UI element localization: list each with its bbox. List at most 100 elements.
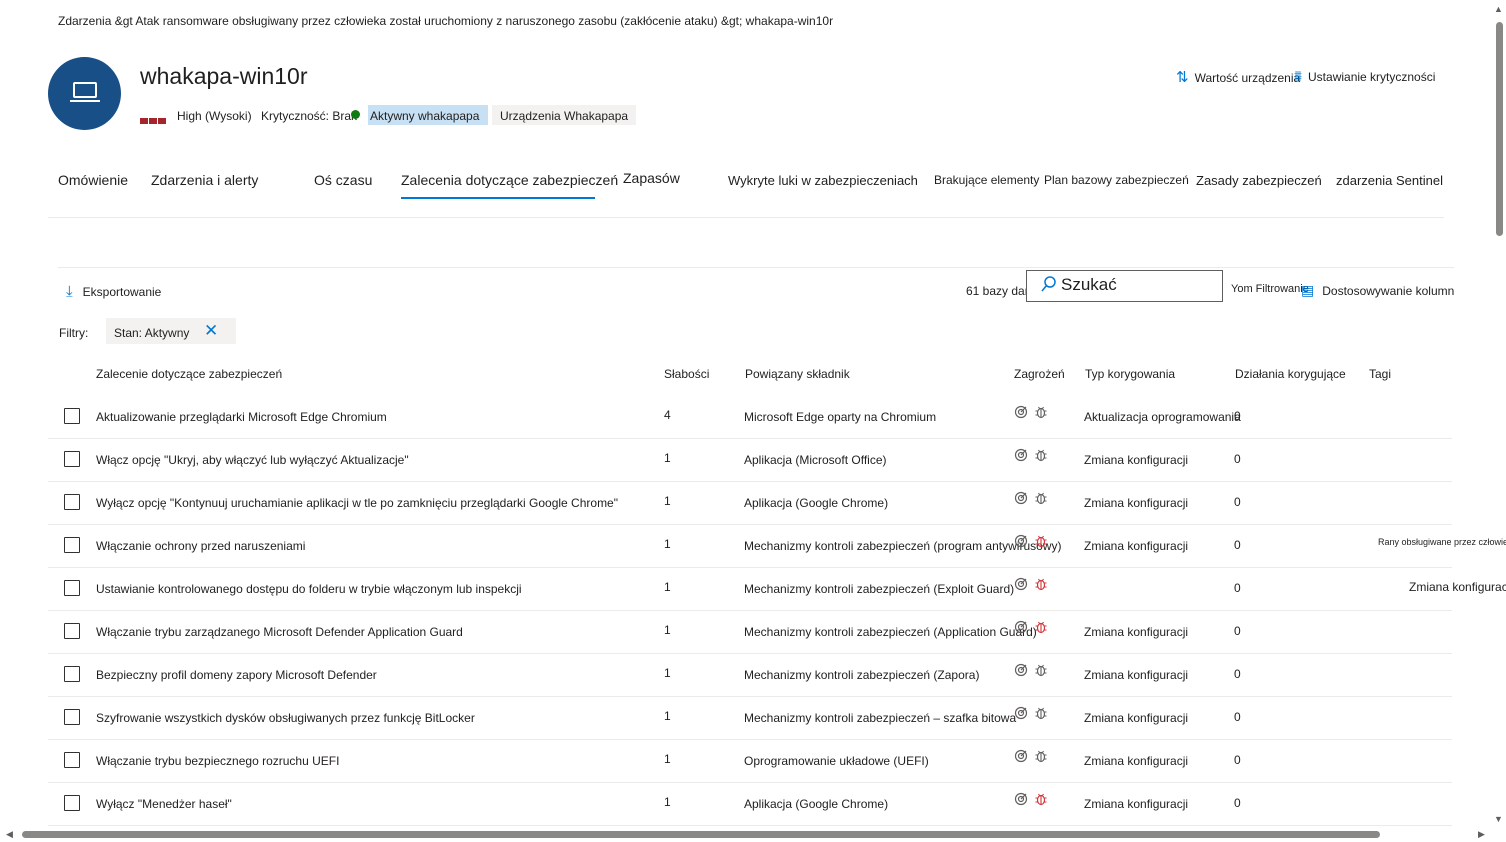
column-header-recommendation[interactable]: Zalecenie dotyczące zabezpieczeń xyxy=(96,367,282,381)
column-header-remediation-actions[interactable]: Działania korygujące xyxy=(1235,367,1346,381)
table-row[interactable]: Włącz opcję "Ukryj, aby włączyć lub wyłą… xyxy=(48,438,1452,482)
row-weaknesses: 1 xyxy=(664,795,671,809)
row-remediation-type: Zmiana konfiguracji xyxy=(1084,625,1189,639)
column-header-threats[interactable]: Zagrożeń xyxy=(1014,367,1065,381)
table-row[interactable]: Aktualizowanie przeglądarki Microsoft Ed… xyxy=(48,395,1452,439)
row-recommendation[interactable]: Szyfrowanie wszystkich dysków obsługiwan… xyxy=(96,711,475,725)
close-icon[interactable]: ✕ xyxy=(204,321,218,341)
tab-security-baselines[interactable]: Plan bazowy zabezpieczeń xyxy=(1044,173,1189,187)
tab-security-policies[interactable]: Zasady zabezpieczeń xyxy=(1196,173,1322,188)
row-weaknesses: 1 xyxy=(664,451,671,465)
tag-devices[interactable]: Urządzenia Whakapapa xyxy=(492,105,637,125)
tab-discovered-vulnerabilities[interactable]: Wykryte luki w zabezpieczeniach xyxy=(728,173,918,188)
row-checkbox[interactable] xyxy=(64,580,80,596)
column-header-weaknesses[interactable]: Słabości xyxy=(664,367,709,381)
row-threat-icons xyxy=(1014,620,1048,637)
tab-overview[interactable]: Omówienie xyxy=(58,172,128,188)
row-threat-icons xyxy=(1014,663,1048,680)
row-recommendation[interactable]: Wyłącz opcję "Kontynuuj uruchamianie apl… xyxy=(96,496,618,510)
row-weaknesses: 1 xyxy=(664,494,671,508)
search-box[interactable] xyxy=(1026,270,1223,302)
row-checkbox[interactable] xyxy=(64,623,80,639)
tab-missing-kbs[interactable]: Brakujące elementy xyxy=(934,173,1039,187)
criticality-icon: ⩩ xyxy=(1294,68,1303,85)
tab-inventory[interactable]: Zapasów xyxy=(623,170,680,186)
tab-security-recommendations[interactable]: Zalecenia dotyczące zabezpieczeń xyxy=(401,172,618,188)
horizontal-scrollbar[interactable] xyxy=(22,831,1380,838)
column-header-component[interactable]: Powiązany składnik xyxy=(745,367,850,381)
table-row[interactable]: Wyłącz opcję "Kontynuuj uruchamianie apl… xyxy=(48,481,1452,525)
bug-icon xyxy=(1035,578,1047,591)
row-remediation-type: Zmiana konfiguracji xyxy=(1084,539,1189,553)
row-remediation-actions: 0 xyxy=(1234,624,1241,638)
target-icon xyxy=(1014,620,1028,634)
tab-sentinel-events[interactable]: zdarzenia Sentinel xyxy=(1336,173,1443,188)
row-checkbox[interactable] xyxy=(64,537,80,553)
target-icon xyxy=(1014,577,1028,591)
row-recommendation[interactable]: Wyłącz "Menedżer haseł" xyxy=(96,797,232,811)
column-header-tags[interactable]: Tagi xyxy=(1369,367,1391,381)
scroll-left-arrow-icon[interactable]: ◀ xyxy=(6,829,13,840)
filter-chip[interactable]: Stan: Aktywny ✕ xyxy=(106,318,236,344)
row-recommendation[interactable]: Bezpieczny profil domeny zapory Microsof… xyxy=(96,668,377,682)
row-recommendation[interactable]: Włącz opcję "Ukryj, aby włączyć lub wyłą… xyxy=(96,453,409,467)
table-row[interactable]: Szyfrowanie wszystkich dysków obsługiwan… xyxy=(48,696,1452,740)
table-row[interactable]: Bezpieczny profil domeny zapory Microsof… xyxy=(48,653,1452,697)
scroll-right-arrow-icon[interactable]: ▶ xyxy=(1478,829,1485,840)
row-remediation-actions: 0 xyxy=(1234,495,1241,509)
row-checkbox[interactable] xyxy=(64,752,80,768)
customize-columns-button[interactable]: ▤ Dostosowywanie kolumn xyxy=(1301,282,1454,299)
search-icon xyxy=(1041,276,1056,292)
row-checkbox[interactable] xyxy=(64,709,80,725)
tab-timeline[interactable]: Oś czasu xyxy=(314,172,372,188)
table-row[interactable]: Włączanie trybu bezpiecznego rozruchu UE… xyxy=(48,739,1452,783)
customize-columns-label: Dostosowywanie kolumn xyxy=(1322,284,1455,298)
scroll-up-arrow-icon[interactable]: ▲ xyxy=(1494,4,1503,14)
filter-chip-label: Stan: Aktywny xyxy=(114,326,190,340)
search-input[interactable] xyxy=(1061,275,1211,295)
row-checkbox[interactable] xyxy=(64,451,80,467)
row-checkbox[interactable] xyxy=(64,408,80,424)
tag-devices-label: Urządzenia Whakapapa xyxy=(500,109,629,123)
table-row[interactable]: Włączanie trybu zarządzanego Microsoft D… xyxy=(48,610,1452,654)
row-weaknesses: 1 xyxy=(664,580,671,594)
row-recommendation[interactable]: Aktualizowanie przeglądarki Microsoft Ed… xyxy=(96,410,387,424)
row-checkbox[interactable] xyxy=(64,494,80,510)
row-recommendation[interactable]: Włączanie ochrony przed naruszeniami xyxy=(96,539,305,553)
column-header-remediation-type[interactable]: Typ korygowania xyxy=(1085,367,1175,381)
target-icon xyxy=(1014,706,1028,720)
row-remediation-type: Zmiana konfiguracji xyxy=(1084,754,1189,768)
criticality-text: Krytyczność: Brak xyxy=(261,109,358,123)
breadcrumb[interactable]: Zdarzenia &gt Atak ransomware obsługiwan… xyxy=(58,14,833,28)
row-component: Aplikacja (Google Chrome) xyxy=(744,797,889,811)
device-value-label: Wartość urządzenia xyxy=(1194,71,1301,85)
table-row[interactable]: Włączanie ochrony przed naruszeniami 1 M… xyxy=(48,524,1506,568)
row-recommendation[interactable]: Włączanie trybu zarządzanego Microsoft D… xyxy=(96,625,463,639)
target-icon xyxy=(1014,749,1028,763)
bug-icon xyxy=(1035,664,1047,677)
target-icon xyxy=(1014,792,1028,806)
export-button[interactable]: ⤓ Eksportowanie xyxy=(66,283,161,300)
row-recommendation[interactable]: Ustawianie kontrolowanego dostępu do fol… xyxy=(96,582,522,596)
bug-icon xyxy=(1035,793,1047,806)
active-tab-indicator xyxy=(401,197,595,199)
row-recommendation[interactable]: Włączanie trybu bezpiecznego rozruchu UE… xyxy=(96,754,339,768)
set-criticality-button[interactable]: ⩩ Ustawianie krytyczności xyxy=(1294,68,1435,85)
tag-active[interactable]: Aktywny whakapapa xyxy=(368,105,488,125)
tag-active-label: Aktywny whakapapa xyxy=(370,109,480,123)
row-checkbox[interactable] xyxy=(64,666,80,682)
row-remediation-actions: 0 xyxy=(1234,796,1241,810)
row-threat-icons xyxy=(1014,706,1048,723)
filters-label: Filtry: xyxy=(59,326,89,340)
download-icon: ⤓ xyxy=(66,283,73,300)
table-row[interactable]: Ustawianie kontrolowanego dostępu do fol… xyxy=(48,567,1506,611)
scroll-down-arrow-icon[interactable]: ▼ xyxy=(1494,814,1503,824)
vertical-scrollbar[interactable] xyxy=(1496,22,1503,236)
table-row[interactable]: Wyłącz "Menedżer haseł" 1 Aplikacja (Goo… xyxy=(48,782,1452,826)
row-remediation-actions: 0 xyxy=(1234,452,1241,466)
filter-button[interactable]: Yom Filtrowanie xyxy=(1231,283,1309,295)
status-dot-icon xyxy=(351,110,360,119)
row-checkbox[interactable] xyxy=(64,795,80,811)
tab-incidents-alerts[interactable]: Zdarzenia i alerty xyxy=(151,172,258,188)
device-value-button[interactable]: ⇅ Wartość urządzenia xyxy=(1176,68,1300,86)
